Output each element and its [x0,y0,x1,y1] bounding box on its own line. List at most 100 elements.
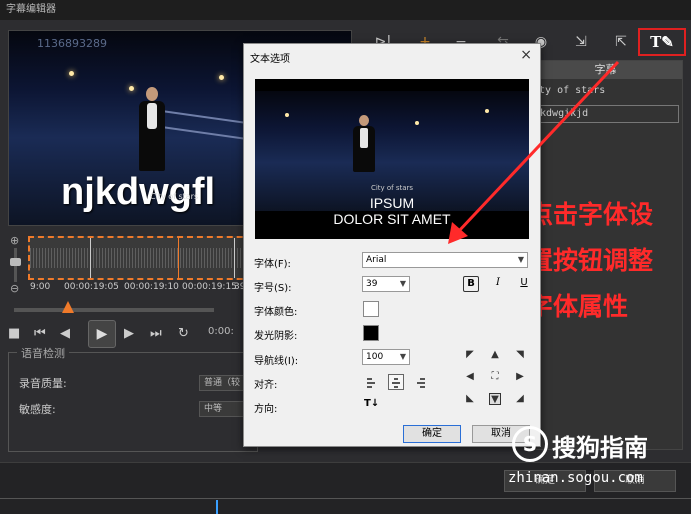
guide-line-select[interactable]: 100 ▼ [362,349,410,365]
dialog-preview-line2: DOLOR SIT AMET [333,211,451,227]
skip-start-icon[interactable]: ⏮ [34,326,46,341]
timeline-tick: 00:00:19:05 [64,282,119,292]
font-label: 字体(F): [254,259,291,270]
stop-icon[interactable]: ■ [8,326,20,341]
preview-watermark: 1136893289 [37,37,107,50]
zoom-slider-knob[interactable] [10,258,21,266]
align-left-icon[interactable] [363,374,379,390]
align-line [392,382,400,384]
loop-icon[interactable]: ↻ [178,326,189,341]
dialog-preview-city: City of stars [370,184,414,192]
text-direction-icon[interactable]: T↓ [364,398,379,409]
title-bar: 字幕编辑器 [0,0,691,20]
position-right-icon[interactable]: ▶ [514,371,526,383]
preview-city: City of stars [150,192,199,201]
transport-controls: ■ ⏮ ◀ ▶ ▶ ⏭ ↻ [6,320,236,348]
scene-light [285,113,289,117]
position-left-icon[interactable]: ◀ [464,371,476,383]
align-line [394,378,398,380]
position-top-icon[interactable]: ▲ [489,349,501,361]
scene-light [219,75,224,80]
text-options-dialog: 文本选项 × City of stars IPSUM DOLOR SIT AME… [243,43,541,447]
scene-person-shirt [147,103,157,129]
play-button[interactable]: ▶ [88,320,116,348]
voice-detect-title: 语音检测 [17,345,69,361]
chevron-down-icon: ▼ [517,255,524,264]
position-center-icon[interactable]: ⛶ [489,371,501,383]
size-select-value: 39 [366,279,378,289]
font-select[interactable]: Arial ▼ [362,252,528,268]
timeline-tick: 00:00:19:15 [182,282,237,292]
subtitle-row-editing[interactable]: jkdwgikjd [531,105,679,123]
guide-line-label: 导航线(I): [254,356,299,367]
scene-light [129,86,134,91]
position-top-left-icon[interactable]: ◤ [464,349,476,361]
italic-button[interactable]: I [490,276,506,292]
step-back-icon[interactable]: ◀ [60,326,70,341]
guide-line-select-value: 100 [366,352,384,362]
scene-light [485,109,489,113]
align-line [394,386,398,388]
dialog-preview-scene [255,91,529,211]
export-icon[interactable]: ⇱ [610,32,632,52]
size-select[interactable]: 39 ▼ [362,276,410,292]
scene-person-head [359,115,369,126]
import-icon[interactable]: ⇲ [570,32,592,52]
direction-label: 方向: [254,404,278,415]
sogou-watermark: S 搜狗指南 zhinan.sogou.com [508,426,688,492]
font-color-swatch[interactable] [363,301,379,317]
glow-shadow-swatch[interactable] [363,325,379,341]
underline-button[interactable]: U [516,276,532,292]
position-bottom-left-icon[interactable]: ◣ [464,393,476,405]
align-line [420,386,425,388]
position-bottom-right-icon[interactable]: ◢ [514,393,526,405]
scene-light [69,71,74,76]
timeline-marker [234,238,235,278]
font-color-label: 字体颜色: [254,307,298,318]
annotation-line: 点击字体设 [528,200,654,229]
position-top-right-icon[interactable]: ◥ [514,349,526,361]
scene-person-head [146,87,158,101]
font-settings-button[interactable]: T✎ [638,28,686,56]
bottom-divider [0,498,691,499]
scene-person-shirt [360,128,368,148]
align-line [367,378,372,380]
chevron-down-icon: ▼ [399,352,406,361]
zoom-out-icon[interactable]: ⊖ [10,282,19,295]
playback-scrubber[interactable] [14,308,214,312]
size-label: 字号(S): [254,283,292,294]
subtitle-column-header: 字幕 [529,61,682,79]
voice-detect-panel: 语音检测 录音质量: 普通（较 敏感度: 中等 [8,345,258,452]
subtitle-row[interactable]: ity of stars [533,85,605,96]
align-label: 对齐: [254,380,278,391]
app-window: 字幕编辑器 1136893289 njkdwgfl City of stars … [0,0,691,514]
timeline-marker [178,238,179,278]
align-line [367,382,375,384]
ok-button[interactable]: 确定 [403,425,461,443]
chevron-down-icon: ▼ [399,279,406,288]
watermark-name: 搜狗指南 [552,434,648,462]
scrubber-handle[interactable] [62,301,74,313]
align-line [417,382,425,384]
timecode: 0:00: [208,326,234,337]
position-bottom-icon[interactable]: ▼ [489,393,501,405]
scene-light [415,121,419,125]
tutorial-annotation: 点击字体设 置按钮调整 字体属性 [528,192,688,330]
align-right-icon[interactable] [413,374,429,390]
skip-end-icon[interactable]: ⏭ [150,326,162,341]
dialog-title: 文本选项 [250,54,290,65]
zoom-in-icon[interactable]: ⊕ [10,234,19,247]
align-center-icon[interactable] [388,374,404,390]
sensitivity-label: 敏感度: [19,403,56,416]
annotation-line: 字体属性 [528,292,629,321]
dialog-preview-line1: IPSUM [369,195,415,211]
align-line [367,386,372,388]
step-forward-icon[interactable]: ▶ [124,326,134,341]
font-select-value: Arial [366,255,387,265]
timeline-tick: 00:00:19:10 [124,282,179,292]
recording-quality-label: 录音质量: [19,377,67,390]
watermark-url: zhinan.sogou.com [508,470,643,486]
close-icon[interactable]: × [520,47,532,63]
bold-button[interactable]: B [463,276,479,292]
bottom-cursor [216,500,218,514]
